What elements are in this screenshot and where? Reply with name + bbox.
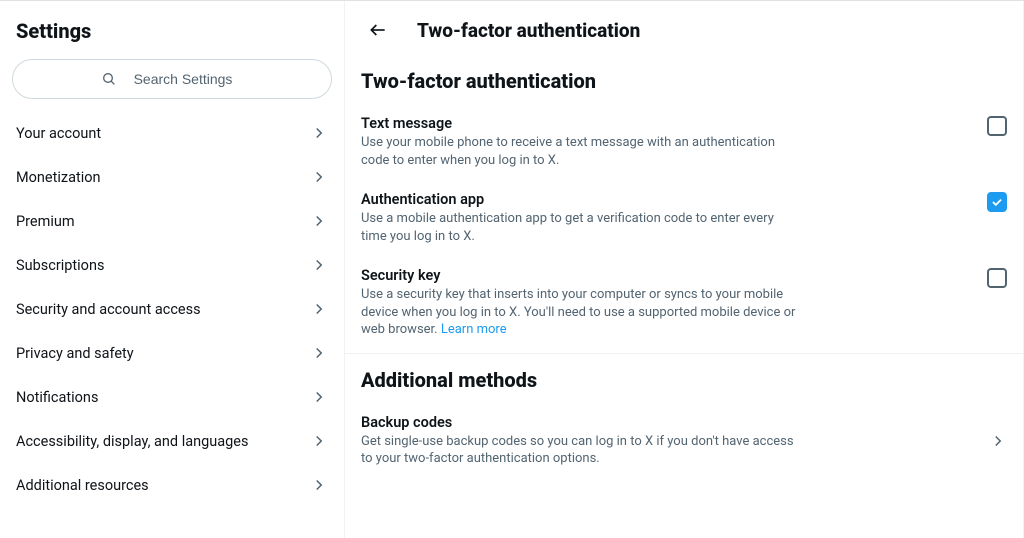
- chevron-right-icon: [989, 432, 1007, 450]
- main-header: Two-factor authentication: [345, 1, 1023, 55]
- chevron-right-icon: [310, 212, 328, 230]
- search-input[interactable]: [123, 71, 243, 87]
- option-desc: Use a mobile authentication app to get a…: [361, 210, 801, 245]
- main-panel: Two-factor authentication Two-factor aut…: [345, 1, 1024, 538]
- page-title: Two-factor authentication: [417, 19, 640, 42]
- chevron-right-icon: [310, 124, 328, 142]
- option-title: Security key: [361, 267, 801, 284]
- search-icon: [101, 71, 117, 87]
- check-icon: [990, 195, 1004, 209]
- sidebar-item-label: Notifications: [16, 389, 98, 406]
- sidebar-item-label: Subscriptions: [16, 257, 104, 274]
- sidebar-item-label: Accessibility, display, and languages: [16, 433, 248, 450]
- section-title-additional: Additional methods: [345, 354, 1023, 404]
- sidebar-item-accessibility-display-languages[interactable]: Accessibility, display, and languages: [0, 419, 344, 463]
- sidebar-item-your-account[interactable]: Your account: [0, 111, 344, 155]
- sidebar-item-premium[interactable]: Premium: [0, 199, 344, 243]
- search-container: [0, 55, 344, 111]
- option-desc: Use a security key that inserts into you…: [361, 286, 801, 339]
- row-desc: Get single-use backup codes so you can l…: [361, 433, 801, 468]
- sidebar-item-label: Security and account access: [16, 301, 201, 318]
- chevron-right-icon: [310, 432, 328, 450]
- chevron-right-icon: [310, 344, 328, 362]
- chevron-right-icon: [310, 388, 328, 406]
- option-security-key: Security key Use a security key that ins…: [345, 257, 1023, 351]
- sidebar-item-label: Additional resources: [16, 477, 149, 494]
- sidebar-item-label: Premium: [16, 213, 75, 230]
- option-title: Authentication app: [361, 191, 801, 208]
- row-backup-codes[interactable]: Backup codes Get single-use backup codes…: [345, 404, 1023, 480]
- search-box[interactable]: [12, 59, 332, 99]
- checkbox-text-message[interactable]: [987, 116, 1007, 136]
- checkbox-security-key[interactable]: [987, 268, 1007, 288]
- settings-app: Settings Your account Monetization Premi…: [0, 0, 1024, 538]
- option-authentication-app: Authentication app Use a mobile authenti…: [345, 181, 1023, 257]
- section-title-2fa: Two-factor authentication: [345, 55, 1023, 105]
- sidebar-item-label: Privacy and safety: [16, 345, 134, 362]
- row-title: Backup codes: [361, 414, 977, 431]
- settings-nav: Your account Monetization Premium Subscr…: [0, 111, 344, 507]
- option-desc: Use your mobile phone to receive a text …: [361, 134, 801, 169]
- learn-more-link[interactable]: Learn more: [441, 322, 507, 337]
- chevron-right-icon: [310, 256, 328, 274]
- chevron-right-icon: [310, 168, 328, 186]
- chevron-right-icon: [310, 300, 328, 318]
- sidebar-item-security-and-account-access[interactable]: Security and account access: [0, 287, 344, 331]
- sidebar-item-label: Monetization: [16, 169, 101, 186]
- settings-sidebar: Settings Your account Monetization Premi…: [0, 1, 345, 538]
- sidebar-item-notifications[interactable]: Notifications: [0, 375, 344, 419]
- sidebar-item-label: Your account: [16, 125, 101, 142]
- chevron-right-icon: [310, 476, 328, 494]
- back-button[interactable]: [361, 13, 395, 47]
- sidebar-item-additional-resources[interactable]: Additional resources: [0, 463, 344, 507]
- option-desc-text: Use a security key that inserts into you…: [361, 287, 795, 337]
- sidebar-item-privacy-and-safety[interactable]: Privacy and safety: [0, 331, 344, 375]
- checkbox-authentication-app[interactable]: [987, 192, 1007, 212]
- arrow-left-icon: [368, 20, 388, 40]
- sidebar-item-subscriptions[interactable]: Subscriptions: [0, 243, 344, 287]
- sidebar-item-monetization[interactable]: Monetization: [0, 155, 344, 199]
- sidebar-title: Settings: [0, 11, 344, 55]
- option-title: Text message: [361, 115, 801, 132]
- option-text-message: Text message Use your mobile phone to re…: [345, 105, 1023, 181]
